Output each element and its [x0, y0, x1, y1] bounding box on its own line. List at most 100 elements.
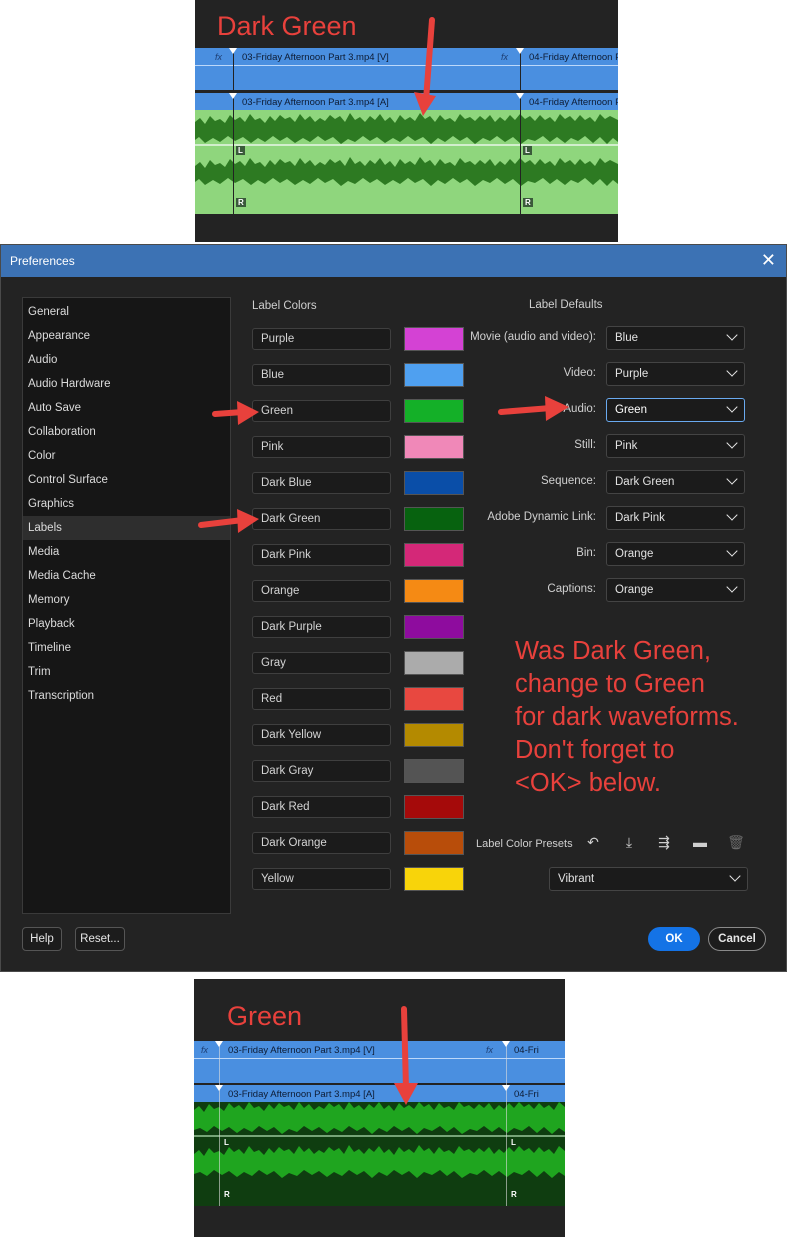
bottom-timeline-panel: Green fx 03-Friday Afternoon Part 3.mp4 … — [194, 979, 565, 1237]
sidebar-item-playback[interactable]: Playback — [23, 612, 230, 636]
sidebar-item-media-cache[interactable]: Media Cache — [23, 564, 230, 588]
annotation-arrow-right — [198, 509, 259, 533]
fx-badge: fx — [201, 1045, 209, 1055]
preset-value: Vibrant — [558, 873, 595, 885]
label-color-swatch[interactable] — [404, 867, 464, 891]
label-color-swatch[interactable] — [404, 435, 464, 459]
label-color-name-field[interactable]: Red — [252, 688, 391, 710]
label-default-value: Green — [615, 404, 647, 416]
label-default-label: Bin: — [576, 547, 596, 559]
label-defaults-header: Label Defaults — [529, 299, 603, 311]
reset-button[interactable]: Reset... — [75, 927, 125, 951]
sidebar-item-control-surface[interactable]: Control Surface — [23, 468, 230, 492]
left-channel-label: L — [523, 146, 532, 155]
audio-clip-name[interactable]: 03-Friday Afternoon Part 3.mp4 [A] — [228, 1089, 375, 1100]
sidebar-item-memory[interactable]: Memory — [23, 588, 230, 612]
folder-icon[interactable]: ▬ — [691, 834, 709, 850]
label-color-name-field[interactable]: Gray — [252, 652, 391, 674]
sidebar-item-audio[interactable]: Audio — [23, 348, 230, 372]
label-color-swatch[interactable] — [404, 471, 464, 495]
video-clip-name[interactable]: 03-Friday Afternoon Part 3.mp4 [V] — [242, 52, 389, 63]
sidebar-item-color[interactable]: Color — [23, 444, 230, 468]
label-color-swatch[interactable] — [404, 543, 464, 567]
label-default-label: Video: — [563, 367, 596, 379]
label-default-dropdown[interactable]: Dark Pink — [606, 506, 745, 530]
label-color-name-field[interactable]: Dark Purple — [252, 616, 391, 638]
label-color-name-field[interactable]: Purple — [252, 328, 391, 350]
label-default-label: Sequence: — [541, 475, 596, 487]
trash-icon[interactable]: 🗑 — [727, 834, 745, 851]
label-color-name-field[interactable]: Blue — [252, 364, 391, 386]
sidebar-item-auto-save[interactable]: Auto Save — [23, 396, 230, 420]
right-channel-label: R — [224, 1190, 230, 1199]
label-color-swatch[interactable] — [404, 831, 464, 855]
label-color-swatch[interactable] — [404, 795, 464, 819]
download-icon[interactable]: ⤓ — [620, 834, 638, 851]
right-channel-label: R — [511, 1190, 517, 1199]
label-default-dropdown[interactable]: Pink — [606, 434, 745, 458]
label-color-name-field[interactable]: Green — [252, 400, 391, 422]
audio-clip-name[interactable]: 04-Fri — [514, 1089, 539, 1100]
marker-triangle — [215, 1085, 223, 1091]
label-default-value: Orange — [615, 584, 654, 596]
label-default-dropdown[interactable]: Green — [606, 398, 745, 422]
label-default-label: Still: — [574, 439, 596, 451]
label-color-swatch[interactable] — [404, 579, 464, 603]
video-clip-name[interactable]: 03-Friday Afternoon Part 3.mp4 [V] — [228, 1045, 375, 1056]
ok-button[interactable]: OK — [648, 927, 700, 951]
sidebar-item-audio-hardware[interactable]: Audio Hardware — [23, 372, 230, 396]
label-color-swatch[interactable] — [404, 615, 464, 639]
sidebar-item-transcription[interactable]: Transcription — [23, 684, 230, 708]
label-default-dropdown[interactable]: Blue — [606, 326, 745, 350]
label-default-dropdown[interactable]: Dark Green — [606, 470, 745, 494]
audio-clip-name[interactable]: 04-Friday Afternoon P — [529, 97, 618, 108]
label-default-value: Orange — [615, 548, 654, 560]
help-button[interactable]: Help — [22, 927, 62, 951]
chevron-down-icon — [726, 581, 738, 593]
label-color-swatch[interactable] — [404, 363, 464, 387]
label-color-name-field[interactable]: Dark Blue — [252, 472, 391, 494]
sidebar-item-media[interactable]: Media — [23, 540, 230, 564]
chevron-down-icon — [726, 545, 738, 557]
preset-dropdown[interactable]: Vibrant — [549, 867, 748, 891]
label-color-swatch[interactable] — [404, 723, 464, 747]
label-default-dropdown[interactable]: Orange — [606, 542, 745, 566]
label-color-name-field[interactable]: Pink — [252, 436, 391, 458]
cancel-button[interactable]: Cancel — [708, 927, 766, 951]
label-default-label: Movie (audio and video): — [470, 331, 596, 343]
label-color-name-field[interactable]: Dark Pink — [252, 544, 391, 566]
sidebar-item-general[interactable]: General — [23, 300, 230, 324]
label-default-dropdown[interactable]: Orange — [606, 578, 745, 602]
annotation-arrow-right — [498, 396, 569, 421]
import-preset-icon[interactable]: ⇶ — [655, 834, 673, 851]
label-color-swatch[interactable] — [404, 651, 464, 675]
left-channel-label: L — [236, 146, 245, 155]
video-clip-name[interactable]: 04-Friday Afternoon P — [529, 52, 618, 63]
top-timeline-panel: Dark Green fx 03-Friday Afternoon Part 3… — [195, 0, 618, 242]
label-color-swatch[interactable] — [404, 327, 464, 351]
label-color-name-field[interactable]: Dark Yellow — [252, 724, 391, 746]
top-panel-title: Dark Green — [217, 11, 357, 41]
label-color-name-field[interactable]: Yellow — [252, 868, 391, 890]
label-default-dropdown[interactable]: Purple — [606, 362, 745, 386]
sidebar-item-appearance[interactable]: Appearance — [23, 324, 230, 348]
sidebar-item-collaboration[interactable]: Collaboration — [23, 420, 230, 444]
label-color-swatch[interactable] — [404, 399, 464, 423]
label-color-name-field[interactable]: Dark Gray — [252, 760, 391, 782]
label-color-swatch[interactable] — [404, 759, 464, 783]
label-color-name-field[interactable]: Dark Green — [252, 508, 391, 530]
label-color-name-field[interactable]: Orange — [252, 580, 391, 602]
audio-clip-name[interactable]: 03-Friday Afternoon Part 3.mp4 [A] — [242, 97, 389, 108]
label-color-swatch[interactable] — [404, 507, 464, 531]
label-color-name-field[interactable]: Dark Orange — [252, 832, 391, 854]
edit-marker-line — [219, 1041, 220, 1206]
label-color-name-field[interactable]: Dark Red — [252, 796, 391, 818]
close-icon[interactable]: ✕ — [761, 250, 776, 271]
sidebar-item-timeline[interactable]: Timeline — [23, 636, 230, 660]
right-channel-label: R — [523, 198, 533, 207]
video-clip-name[interactable]: 04-Fri — [514, 1045, 539, 1056]
label-color-swatch[interactable] — [404, 687, 464, 711]
sidebar-item-trim[interactable]: Trim — [23, 660, 230, 684]
annotation-note: Was Dark Green, change to Green for dark… — [515, 637, 739, 797]
undo-icon[interactable]: ↶ — [584, 834, 602, 851]
